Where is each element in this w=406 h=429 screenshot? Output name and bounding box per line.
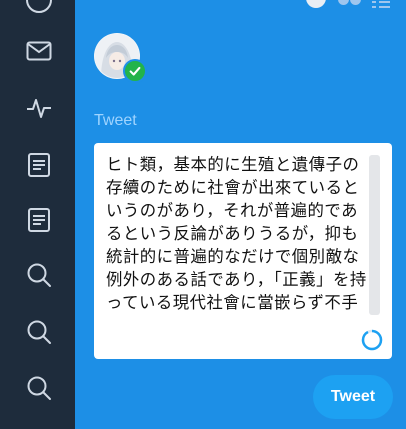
sidebar-item-search-1[interactable] [19, 255, 59, 295]
sidebar-item-search-3[interactable] [19, 368, 59, 408]
tweet-button[interactable]: Tweet [313, 375, 393, 419]
search-icon [27, 376, 51, 400]
composer-label: Tweet [94, 112, 137, 129]
sidebar-item-profile[interactable] [19, 0, 59, 20]
sidebar-item-search-2[interactable] [19, 312, 59, 352]
more-accounts-icon[interactable] [338, 0, 349, 5]
character-count-ring [361, 329, 383, 351]
sidebar-item-messages[interactable] [19, 31, 59, 71]
verified-badge [123, 59, 147, 83]
activity-icon [27, 99, 51, 118]
check-icon [129, 66, 141, 76]
sidebar-item-activity[interactable] [19, 88, 59, 128]
menu-icon[interactable] [370, 0, 392, 10]
search-icon [27, 263, 51, 287]
scrollbar[interactable] [369, 155, 380, 315]
account-switch-icon[interactable] [306, 0, 326, 8]
list-icon [28, 153, 50, 177]
sidebar-item-list-1[interactable] [19, 145, 59, 185]
list-icon [28, 208, 50, 232]
mail-icon [26, 41, 52, 61]
profile-icon [26, 0, 52, 13]
tweet-composer[interactable]: ヒト類，基本的に生殖と遺傳子の存續のために社會が出來ているというのがあり，それが… [94, 143, 392, 359]
search-icon [27, 320, 51, 344]
sidebar [0, 0, 75, 429]
more-accounts-icon-2 [350, 0, 361, 5]
sidebar-item-list-2[interactable] [19, 200, 59, 240]
tweet-textarea[interactable]: ヒト類，基本的に生殖と遺傳子の存續のために社會が出來ているというのがあり，それが… [106, 153, 370, 313]
